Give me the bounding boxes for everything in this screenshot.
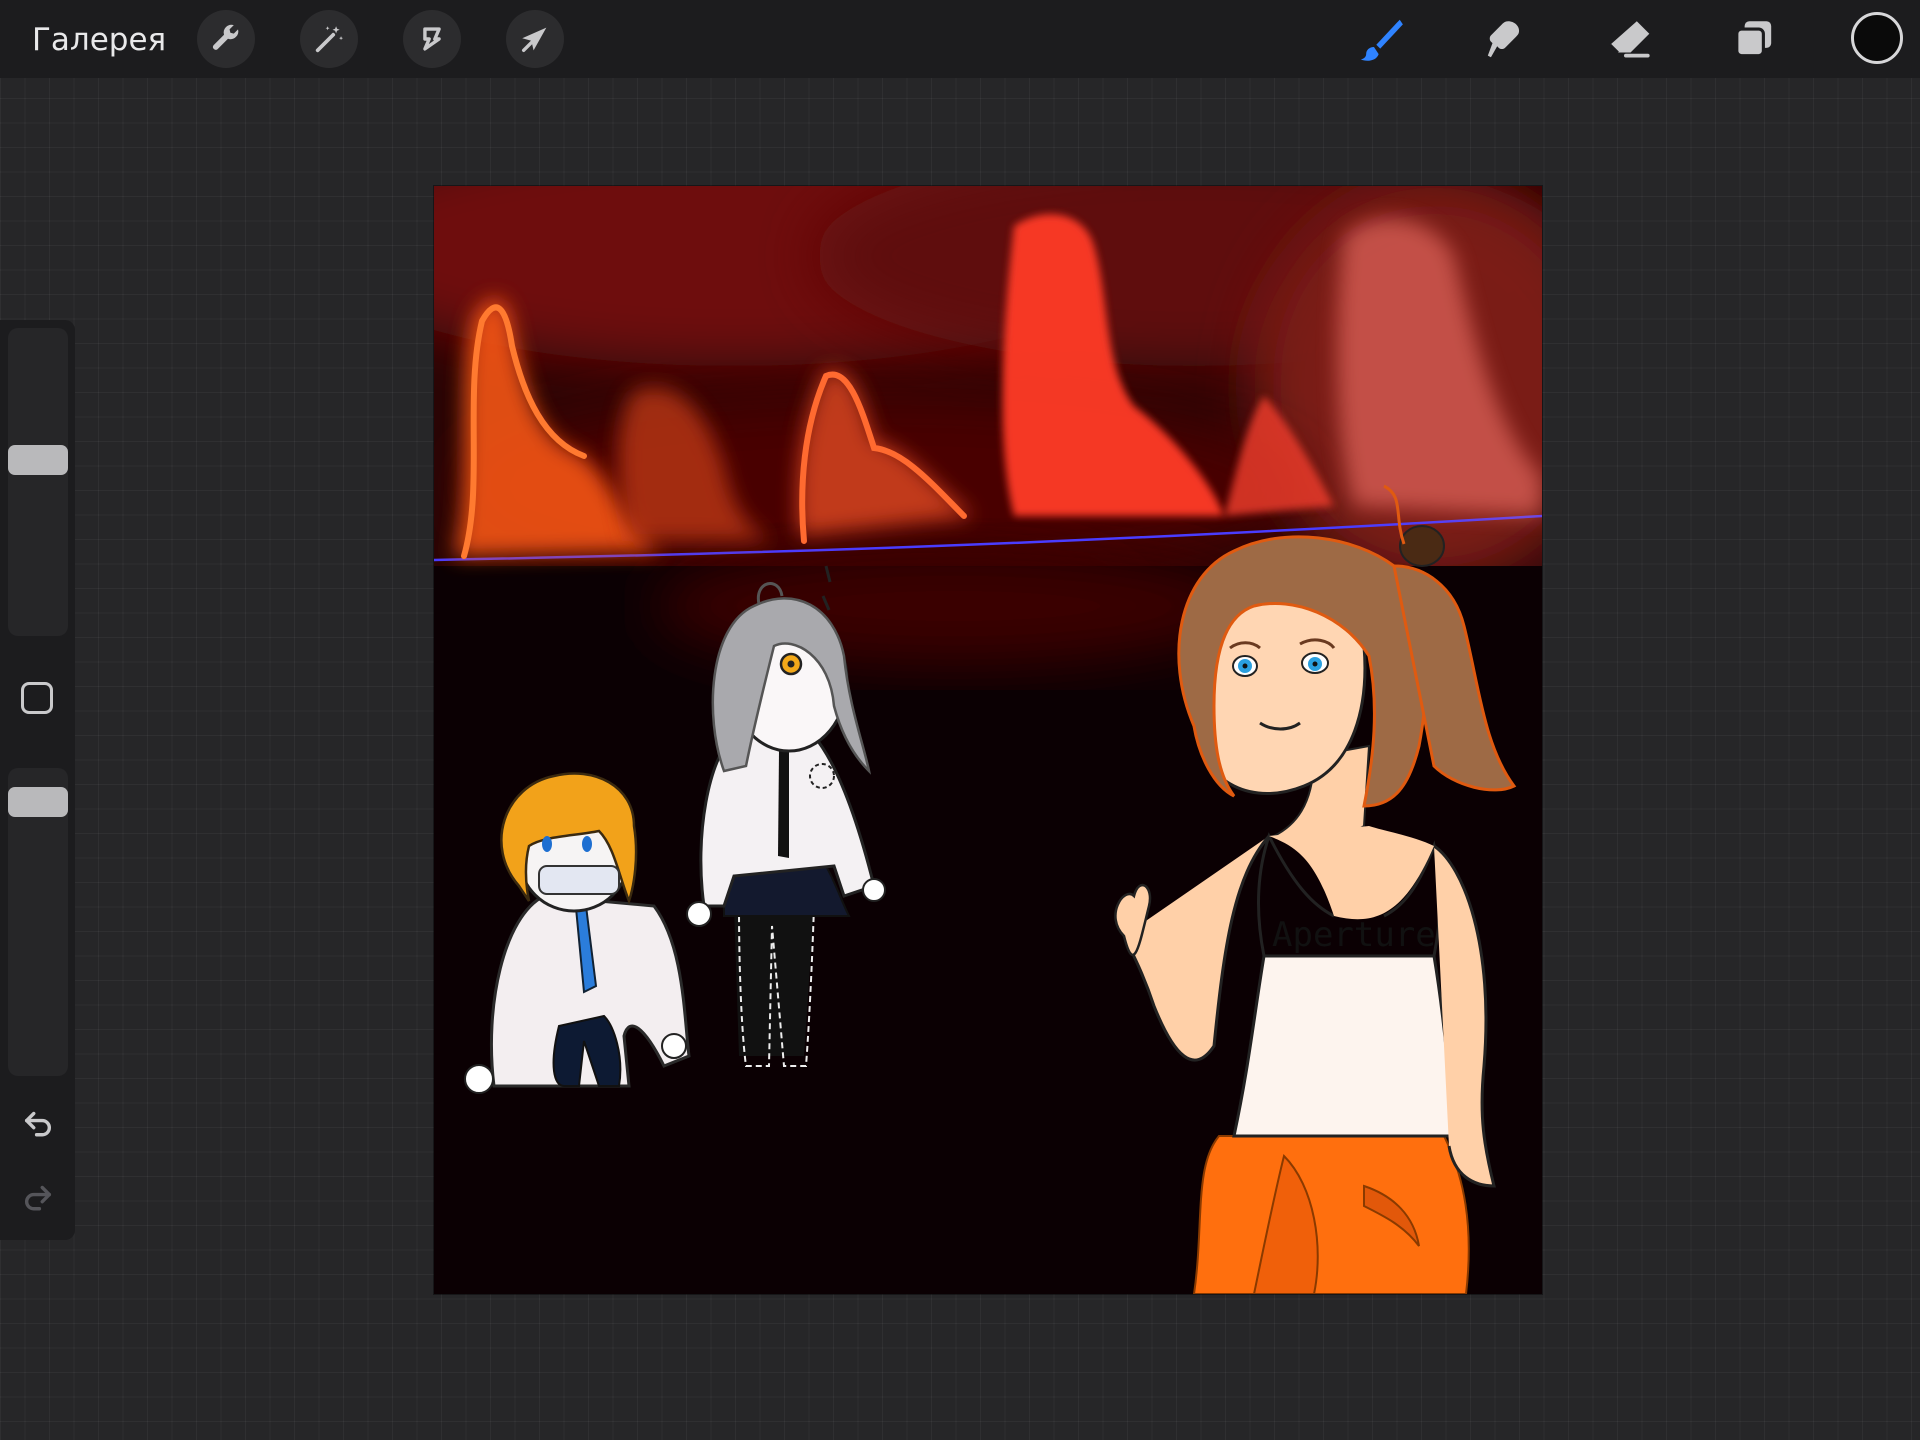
actions-button[interactable] bbox=[197, 10, 255, 68]
layers-button[interactable] bbox=[1726, 12, 1782, 68]
brush-size-slider[interactable] bbox=[8, 328, 68, 636]
top-toolbar: Галерея bbox=[0, 0, 1920, 78]
arrow-cursor-icon bbox=[521, 27, 547, 53]
undo-button[interactable] bbox=[18, 1102, 58, 1142]
smudge-tool-button[interactable] bbox=[1477, 12, 1533, 68]
color-picker-button[interactable] bbox=[1851, 12, 1903, 64]
brush-icon bbox=[1360, 19, 1403, 61]
selection-button[interactable] bbox=[403, 10, 461, 68]
opacity-slider[interactable] bbox=[8, 768, 68, 1076]
magic-wand-icon bbox=[315, 26, 344, 53]
gallery-button[interactable]: Галерея bbox=[32, 20, 166, 60]
undo-icon bbox=[24, 1111, 51, 1137]
redo-icon bbox=[25, 1185, 52, 1211]
adjustments-button[interactable] bbox=[300, 10, 358, 68]
eraser-tool-button[interactable] bbox=[1601, 12, 1657, 68]
left-sidebar bbox=[0, 320, 75, 1240]
selection-icon bbox=[423, 27, 441, 51]
drawing-canvas[interactable]: Aperture bbox=[434, 186, 1542, 1294]
eraser-icon bbox=[1609, 21, 1650, 58]
layers-icon bbox=[1735, 21, 1772, 58]
brush-tool-button[interactable] bbox=[1353, 12, 1409, 68]
wrench-icon bbox=[212, 24, 239, 50]
smudge-icon bbox=[1487, 21, 1520, 58]
transform-button[interactable] bbox=[506, 10, 564, 68]
brush-size-thumb[interactable] bbox=[8, 445, 68, 475]
artwork: Aperture bbox=[434, 186, 1542, 1294]
modify-button[interactable] bbox=[21, 682, 53, 714]
opacity-thumb[interactable] bbox=[8, 787, 68, 817]
shirt-logo-text: Aperture bbox=[1272, 915, 1436, 955]
redo-button[interactable] bbox=[18, 1176, 58, 1216]
